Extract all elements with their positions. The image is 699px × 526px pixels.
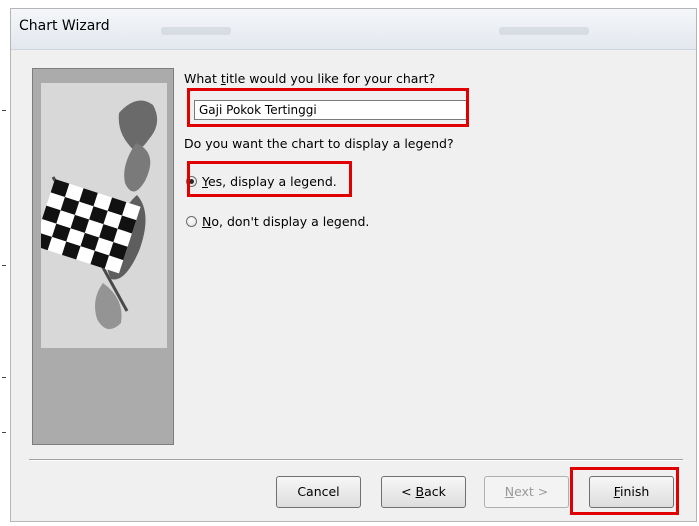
radio-no-label: No, don't display a legend. bbox=[202, 214, 370, 229]
chart-title-input[interactable] bbox=[194, 100, 468, 120]
radio-checked-icon[interactable] bbox=[186, 176, 197, 187]
radio-yes-label: Yes, display a legend. bbox=[202, 174, 337, 189]
finish-button[interactable]: Finish bbox=[589, 476, 674, 508]
chart-wizard-dialog: Chart Wizard What title would you like f… bbox=[10, 8, 697, 522]
background-ghost-text bbox=[499, 27, 589, 35]
checkered-flag-icon bbox=[33, 83, 167, 348]
edge-tick bbox=[2, 377, 6, 378]
button-separator bbox=[29, 459, 683, 461]
window-title: Chart Wizard bbox=[19, 18, 110, 34]
legend-prompt: Do you want the chart to display a legen… bbox=[184, 136, 454, 151]
radio-yes-legend[interactable]: Yes, display a legend. bbox=[186, 174, 337, 189]
back-button[interactable]: < Back bbox=[381, 476, 466, 508]
edge-tick bbox=[2, 110, 6, 111]
radio-unchecked-icon[interactable] bbox=[186, 216, 197, 227]
wizard-art-panel bbox=[32, 68, 174, 445]
cancel-button[interactable]: Cancel bbox=[276, 476, 361, 508]
title-bar: Chart Wizard bbox=[11, 9, 696, 50]
title-prompt: What title would you like for your chart… bbox=[184, 71, 436, 86]
radio-no-legend[interactable]: No, don't display a legend. bbox=[186, 214, 369, 229]
next-button[interactable]: Next > bbox=[484, 476, 569, 508]
edge-tick bbox=[2, 432, 6, 433]
background-ghost-text bbox=[161, 27, 231, 35]
edge-tick bbox=[2, 265, 6, 266]
